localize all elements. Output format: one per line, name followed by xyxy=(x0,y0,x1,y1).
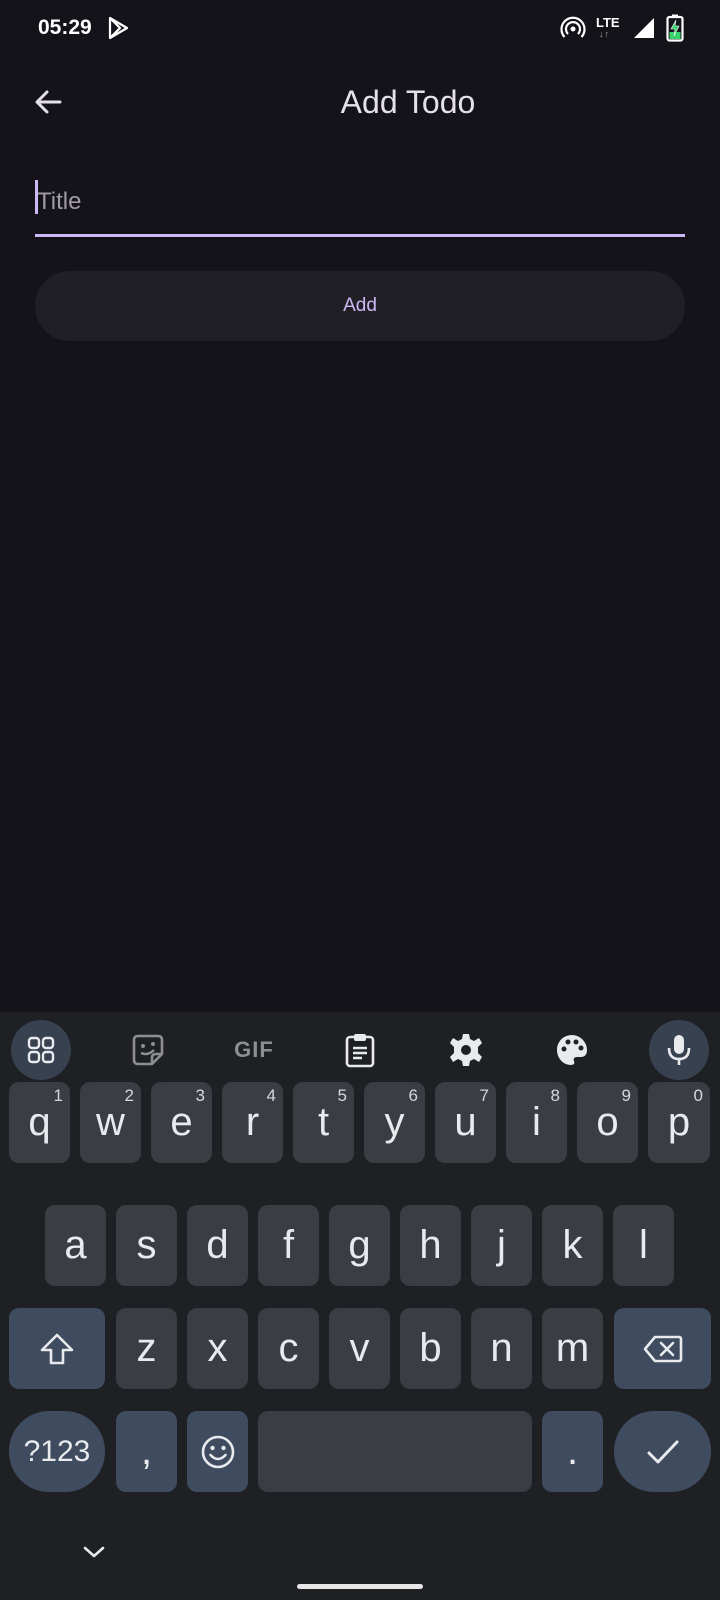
page-title-text: Add Todo xyxy=(340,84,476,120)
lte-icon: LTE ↓↑ xyxy=(596,15,620,39)
key-o[interactable]: o9 xyxy=(577,1082,638,1163)
key-h[interactable]: h xyxy=(400,1205,461,1286)
backspace-icon xyxy=(643,1335,682,1362)
signal-icon xyxy=(634,18,654,38)
sticker-button[interactable] xyxy=(118,1020,178,1080)
clipboard-icon xyxy=(345,1034,375,1068)
emoji-icon xyxy=(201,1435,234,1468)
key-b[interactable]: b xyxy=(400,1308,461,1389)
key-n[interactable]: n xyxy=(471,1308,532,1389)
key-j[interactable]: j xyxy=(471,1205,532,1286)
title-field[interactable] xyxy=(35,170,685,238)
hotspot-icon xyxy=(560,16,586,38)
key-p[interactable]: p0 xyxy=(648,1082,710,1163)
key-u[interactable]: u7 xyxy=(435,1082,496,1163)
play-store-icon xyxy=(108,16,129,40)
voice-input-button[interactable] xyxy=(649,1020,709,1080)
key-f[interactable]: f xyxy=(258,1205,319,1286)
key-t[interactable]: t5 xyxy=(293,1082,354,1163)
key-i[interactable]: i8 xyxy=(506,1082,567,1163)
title-input[interactable] xyxy=(35,170,685,234)
backspace-key[interactable] xyxy=(614,1308,711,1389)
key-r[interactable]: r4 xyxy=(222,1082,283,1163)
microphone-icon xyxy=(667,1035,691,1065)
settings-gear-icon xyxy=(450,1034,482,1066)
page-title: Add Todo xyxy=(0,84,720,121)
apps-grid-icon xyxy=(27,1036,55,1064)
shift-key[interactable] xyxy=(9,1308,105,1389)
shift-icon xyxy=(40,1333,74,1364)
key-q[interactable]: q1 xyxy=(9,1082,70,1163)
period-key[interactable]: . xyxy=(542,1411,603,1492)
keyboard-toolbar: GIF xyxy=(0,1012,720,1092)
gesture-nav-handle[interactable] xyxy=(297,1584,423,1589)
key-m[interactable]: m xyxy=(542,1308,603,1389)
on-screen-keyboard: GIF q 1 w 2 e 3 r 4 t 5 y 6 u 7 i 8 o 9 … xyxy=(0,1012,720,1600)
key-g[interactable]: g xyxy=(329,1205,390,1286)
clipboard-button[interactable] xyxy=(330,1020,390,1080)
key-x[interactable]: x xyxy=(187,1308,248,1389)
network-label: LTE xyxy=(596,15,620,30)
emoji-key[interactable] xyxy=(187,1411,248,1492)
key-y[interactable]: y6 xyxy=(364,1082,425,1163)
sticker-icon xyxy=(132,1034,164,1066)
comma-key[interactable]: , xyxy=(116,1411,177,1492)
palette-icon xyxy=(557,1035,587,1065)
hide-keyboard-chevron-down-icon[interactable] xyxy=(80,1542,108,1562)
status-icons: LTE ↓↑ xyxy=(560,14,684,42)
settings-button[interactable] xyxy=(436,1020,496,1080)
title-field-underline xyxy=(35,234,685,237)
key-k[interactable]: k xyxy=(542,1205,603,1286)
key-z[interactable]: z xyxy=(116,1308,177,1389)
key-l[interactable]: l xyxy=(613,1205,674,1286)
key-c[interactable]: c xyxy=(258,1308,319,1389)
symbols-key[interactable]: ?123 xyxy=(9,1411,105,1492)
theme-button[interactable] xyxy=(542,1020,602,1080)
key-v[interactable]: v xyxy=(329,1308,390,1389)
battery-charging-icon xyxy=(666,14,684,42)
enter-key[interactable] xyxy=(614,1411,711,1492)
text-caret xyxy=(35,180,38,214)
space-key[interactable] xyxy=(258,1411,532,1492)
key-e[interactable]: e3 xyxy=(151,1082,212,1163)
apps-grid-button[interactable] xyxy=(11,1020,71,1080)
add-button[interactable]: Add xyxy=(35,271,685,341)
key-d[interactable]: d xyxy=(187,1205,248,1286)
status-time: 05:29 xyxy=(38,16,92,39)
app-bar: Add Todo xyxy=(0,60,720,144)
checkmark-icon xyxy=(647,1440,678,1463)
status-bar: 05:29 LTE ↓↑ xyxy=(0,0,720,56)
gif-button[interactable]: GIF xyxy=(224,1020,284,1080)
key-s[interactable]: s xyxy=(116,1205,177,1286)
key-a[interactable]: a xyxy=(45,1205,106,1286)
key-w[interactable]: w2 xyxy=(80,1082,141,1163)
